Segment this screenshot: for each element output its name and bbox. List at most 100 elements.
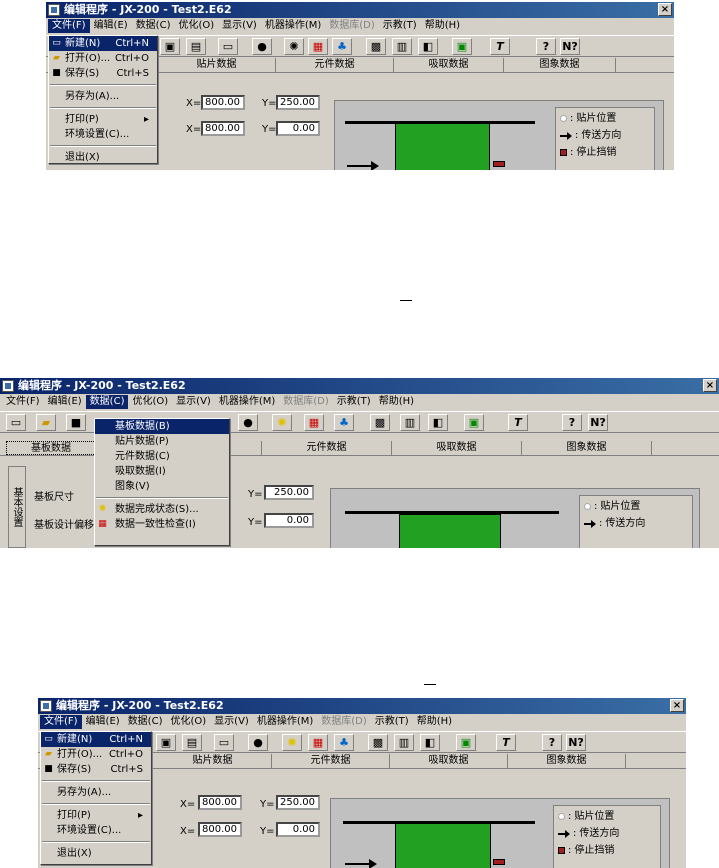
- binoculars-icon[interactable]: ●: [252, 38, 272, 55]
- offset-y-field[interactable]: 0.00: [276, 822, 320, 837]
- menu-view[interactable]: 显示(V): [172, 395, 215, 409]
- check-icon[interactable]: ▦: [304, 414, 324, 431]
- tab-component[interactable]: 元件数据: [276, 58, 394, 72]
- box-icon[interactable]: ◧: [420, 734, 440, 751]
- tab-pickup[interactable]: 吸取数据: [390, 754, 508, 768]
- text-icon[interactable]: T: [508, 414, 528, 431]
- menu-item-settings[interactable]: 环境设置(C)...: [49, 127, 157, 142]
- menu-item-exit[interactable]: 退出(X): [41, 846, 151, 861]
- menu-optimize[interactable]: 优化(O): [166, 715, 210, 729]
- menu-view[interactable]: 显示(V): [218, 19, 261, 33]
- binoculars-icon[interactable]: ●: [248, 734, 268, 751]
- paste-icon[interactable]: ▤: [182, 734, 202, 751]
- side-tab-basic[interactable]: 基本设置: [8, 466, 26, 548]
- menu-optimize[interactable]: 优化(O): [128, 395, 172, 409]
- menu-item-print[interactable]: 打印(P) ▸: [49, 112, 157, 127]
- board-size-x-field[interactable]: 800.00: [201, 95, 245, 110]
- box-icon[interactable]: ◧: [428, 414, 448, 431]
- copy-icon[interactable]: ▣: [160, 38, 180, 55]
- paste-icon[interactable]: ▤: [186, 38, 206, 55]
- menu-file[interactable]: 文件(F): [40, 715, 82, 729]
- board-size-y-field[interactable]: 250.00: [276, 95, 320, 110]
- menu-help[interactable]: 帮助(H): [413, 715, 456, 729]
- offset-y-field[interactable]: 0.00: [264, 513, 314, 528]
- offset-x-field[interactable]: 800.00: [201, 121, 245, 136]
- lightbulb-icon[interactable]: ✺: [284, 38, 304, 55]
- menu-optimize[interactable]: 优化(O): [174, 19, 218, 33]
- target-icon[interactable]: ▣: [464, 414, 484, 431]
- help-icon[interactable]: ?: [562, 414, 582, 431]
- menu-database[interactable]: 数据库(D): [317, 715, 371, 729]
- save-icon[interactable]: ■: [66, 414, 86, 431]
- offset-x-field[interactable]: 800.00: [198, 822, 242, 837]
- menu-item-open[interactable]: ▰ 打开(O)... Ctrl+O: [49, 51, 157, 66]
- whats-this-icon[interactable]: N?: [566, 734, 586, 751]
- open-icon[interactable]: ▰: [36, 414, 56, 431]
- print-icon[interactable]: ▭: [218, 38, 238, 55]
- box-icon[interactable]: ◧: [418, 38, 438, 55]
- menu-item-new[interactable]: ▭ 新建(N) Ctrl+N: [49, 36, 157, 51]
- menu-machine[interactable]: 机器操作(M): [253, 715, 317, 729]
- close-button[interactable]: ×: [670, 699, 684, 712]
- menu-item-save[interactable]: ■ 保存(S) Ctrl+S: [41, 762, 151, 777]
- menu-data[interactable]: 数据(C): [85, 395, 129, 409]
- tab-pickup[interactable]: 吸取数据: [392, 441, 522, 455]
- menu-teach[interactable]: 示教(T): [333, 395, 375, 409]
- board-size-x-field[interactable]: 800.00: [198, 795, 242, 810]
- menu-data[interactable]: 数据(C): [132, 19, 175, 33]
- menu-item-board-data[interactable]: 基板数据(B): [95, 419, 229, 434]
- menu-item-new[interactable]: ▭ 新建(N) Ctrl+N: [41, 732, 151, 747]
- menu-item-save-as[interactable]: 另存为(A)...: [49, 89, 157, 104]
- menu-teach[interactable]: 示教(T): [371, 715, 413, 729]
- tab-image[interactable]: 图象数据: [504, 58, 616, 72]
- copy-icon[interactable]: ▣: [156, 734, 176, 751]
- grid-icon[interactable]: ▩: [370, 414, 390, 431]
- tab-placement[interactable]: 贴片数据: [158, 58, 276, 72]
- text-icon[interactable]: T: [490, 38, 510, 55]
- menu-item-exit[interactable]: 退出(X): [49, 150, 157, 165]
- tab-component[interactable]: 元件数据: [272, 754, 390, 768]
- board-size-y-field[interactable]: 250.00: [264, 485, 314, 500]
- whats-this-icon[interactable]: N?: [588, 414, 608, 431]
- lightbulb-icon[interactable]: ✺: [272, 414, 292, 431]
- chip-icon[interactable]: ▥: [400, 414, 420, 431]
- menu-item-image[interactable]: 图象(V): [95, 479, 229, 494]
- whats-this-icon[interactable]: N?: [560, 38, 580, 55]
- print-icon[interactable]: ▭: [214, 734, 234, 751]
- target-icon[interactable]: ▣: [456, 734, 476, 751]
- menu-item-component-data[interactable]: 元件数据(C): [95, 449, 229, 464]
- color-icon[interactable]: ♣: [334, 414, 354, 431]
- menu-database[interactable]: 数据库(D): [325, 19, 379, 33]
- chip-icon[interactable]: ▥: [394, 734, 414, 751]
- tab-placement[interactable]: 贴片数据: [154, 754, 272, 768]
- check-icon[interactable]: ▦: [308, 734, 328, 751]
- menu-edit[interactable]: 编辑(E): [90, 19, 132, 33]
- menu-item-save-as[interactable]: 另存为(A)...: [41, 785, 151, 800]
- menu-item-pickup-data[interactable]: 吸取数据(I): [95, 464, 229, 479]
- tab-component[interactable]: 元件数据: [262, 441, 392, 455]
- close-button[interactable]: ×: [658, 3, 672, 16]
- lightbulb-icon[interactable]: ✺: [282, 734, 302, 751]
- check-icon[interactable]: ▦: [308, 38, 328, 55]
- grid-icon[interactable]: ▩: [366, 38, 386, 55]
- menu-edit[interactable]: 编辑(E): [44, 395, 86, 409]
- menu-item-open[interactable]: ▰ 打开(O)... Ctrl+O: [41, 747, 151, 762]
- menu-teach[interactable]: 示教(T): [379, 19, 421, 33]
- tab-image[interactable]: 图象数据: [508, 754, 626, 768]
- tab-pickup[interactable]: 吸取数据: [394, 58, 504, 72]
- menu-view[interactable]: 显示(V): [210, 715, 253, 729]
- color-icon[interactable]: ♣: [334, 734, 354, 751]
- menu-item-placement-data[interactable]: 贴片数据(P): [95, 434, 229, 449]
- grid-icon[interactable]: ▩: [368, 734, 388, 751]
- text-icon[interactable]: T: [496, 734, 516, 751]
- offset-y-field[interactable]: 0.00: [276, 121, 320, 136]
- tab-board[interactable]: 基板数据: [6, 441, 96, 455]
- menu-item-print[interactable]: 打印(P) ▸: [41, 808, 151, 823]
- menu-data[interactable]: 数据(C): [124, 715, 167, 729]
- target-icon[interactable]: ▣: [452, 38, 472, 55]
- tab-placement-edge[interactable]: [232, 441, 262, 455]
- menu-database[interactable]: 数据库(D): [279, 395, 333, 409]
- menu-help[interactable]: 帮助(H): [421, 19, 464, 33]
- menu-machine[interactable]: 机器操作(M): [261, 19, 325, 33]
- binoculars-icon[interactable]: ●: [238, 414, 258, 431]
